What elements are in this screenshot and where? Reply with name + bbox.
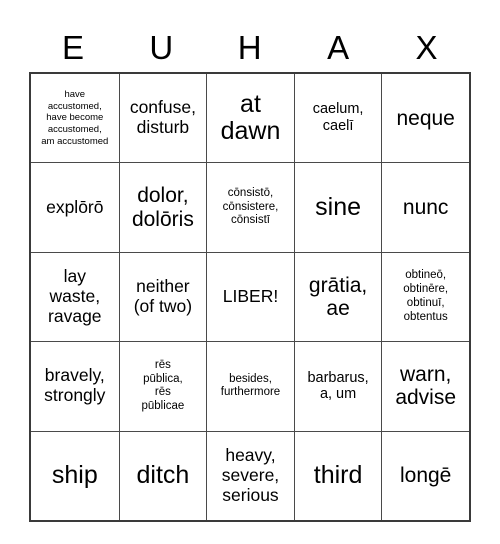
bingo-cell-text: have accustomed, have become accustomed,… bbox=[41, 89, 109, 147]
bingo-free-space-text: LIBER! bbox=[222, 286, 279, 306]
bingo-cell[interactable]: caelum, caelī bbox=[293, 74, 382, 163]
bingo-cell[interactable]: at dawn bbox=[206, 74, 294, 163]
bingo-cell-text: rēs pūblica, rēs pūblicae bbox=[141, 358, 185, 413]
bingo-cell[interactable]: explōrō bbox=[31, 163, 119, 251]
bingo-row: ship ditch heavy, severe, serious third … bbox=[31, 430, 469, 520]
bingo-cell-text: dolor, dolōris bbox=[131, 184, 194, 231]
bingo-cell[interactable]: third bbox=[293, 431, 382, 520]
bingo-cell[interactable]: neither (of two) bbox=[118, 252, 207, 342]
bingo-cell-text: sine bbox=[315, 193, 362, 222]
bingo-cell[interactable]: cōnsistō, cōnsistere, cōnsistī bbox=[206, 163, 294, 252]
bingo-cell-text: neque bbox=[396, 106, 455, 130]
bingo-cell[interactable]: longē bbox=[381, 431, 469, 520]
bingo-cell[interactable]: rēs pūblica, rēs pūblicae bbox=[118, 342, 207, 431]
bingo-cell[interactable]: ship bbox=[31, 432, 119, 520]
bingo-cell-text: bravely, strongly bbox=[44, 365, 106, 406]
bingo-cell-text: nunc bbox=[402, 196, 449, 220]
bingo-cell-text: third bbox=[313, 461, 363, 490]
bingo-card: E U H A X have accustomed, have become a… bbox=[29, 22, 471, 522]
bingo-cell[interactable]: sine bbox=[293, 163, 382, 252]
bingo-cell-text: ship bbox=[51, 461, 98, 490]
header-letter-3: H bbox=[237, 28, 263, 66]
bingo-cell-text: grātia, ae bbox=[308, 273, 368, 320]
bingo-cell[interactable]: barbarus, a, um bbox=[293, 342, 382, 431]
bingo-cell[interactable]: dolor, dolōris bbox=[118, 163, 207, 252]
bingo-cell[interactable]: have accustomed, have become accustomed,… bbox=[31, 74, 119, 162]
bingo-cell-text: explōrō bbox=[46, 196, 104, 217]
bingo-cell[interactable]: ditch bbox=[118, 431, 207, 520]
header-letter-1: E bbox=[61, 28, 85, 66]
bingo-cell[interactable]: neque bbox=[381, 74, 469, 163]
bingo-cell-text: confuse, disturb bbox=[129, 97, 196, 138]
bingo-cell[interactable]: grātia, ae bbox=[293, 252, 382, 342]
bingo-cell-text: ditch bbox=[136, 461, 190, 490]
bingo-cell[interactable]: nunc bbox=[381, 163, 469, 252]
bingo-cell-text: heavy, severe, serious bbox=[221, 444, 280, 505]
bingo-cell-text: neither (of two) bbox=[133, 276, 193, 316]
bingo-grid: have accustomed, have become accustomed,… bbox=[29, 72, 471, 522]
bingo-cell-text: obtineō, obtinēre, obtinuī, obtentus bbox=[403, 269, 449, 323]
header-letter-2: U bbox=[149, 28, 174, 66]
header-letter-5: X bbox=[415, 28, 439, 66]
bingo-cell[interactable]: bravely, strongly bbox=[31, 342, 119, 430]
bingo-cell[interactable]: lay waste, ravage bbox=[31, 253, 119, 341]
bingo-row: have accustomed, have become accustomed,… bbox=[31, 74, 469, 163]
bingo-cell-text: besides, furthermore bbox=[220, 372, 281, 399]
bingo-cell[interactable]: besides, furthermore bbox=[206, 342, 294, 431]
bingo-cell-text: caelum, caelī bbox=[312, 101, 364, 135]
bingo-free-space-cell[interactable]: LIBER! bbox=[206, 252, 294, 342]
bingo-cell[interactable]: obtineō, obtinēre, obtinuī, obtentus bbox=[381, 252, 469, 342]
bingo-cell[interactable]: heavy, severe, serious bbox=[206, 431, 294, 520]
bingo-cell-text: at dawn bbox=[220, 90, 281, 146]
bingo-header-row: E U H A X bbox=[29, 22, 471, 72]
bingo-cell-text: cōnsistō, cōnsistere, cōnsistī bbox=[222, 186, 279, 227]
bingo-cell[interactable]: warn, advise bbox=[381, 342, 469, 431]
bingo-row: explōrō dolor, dolōris cōnsistō, cōnsist… bbox=[31, 162, 469, 252]
bingo-row: bravely, strongly rēs pūblica, rēs pūbli… bbox=[31, 341, 469, 431]
bingo-cell-text: warn, advise bbox=[395, 363, 457, 410]
header-letter-4: A bbox=[327, 28, 350, 66]
bingo-cell-text: longē bbox=[399, 464, 452, 488]
bingo-row: lay waste, ravage neither (of two) LIBER… bbox=[31, 251, 469, 342]
bingo-cell-text: barbarus, a, um bbox=[307, 369, 369, 403]
bingo-cell-text: lay waste, ravage bbox=[48, 266, 102, 326]
bingo-cell[interactable]: confuse, disturb bbox=[118, 74, 207, 163]
